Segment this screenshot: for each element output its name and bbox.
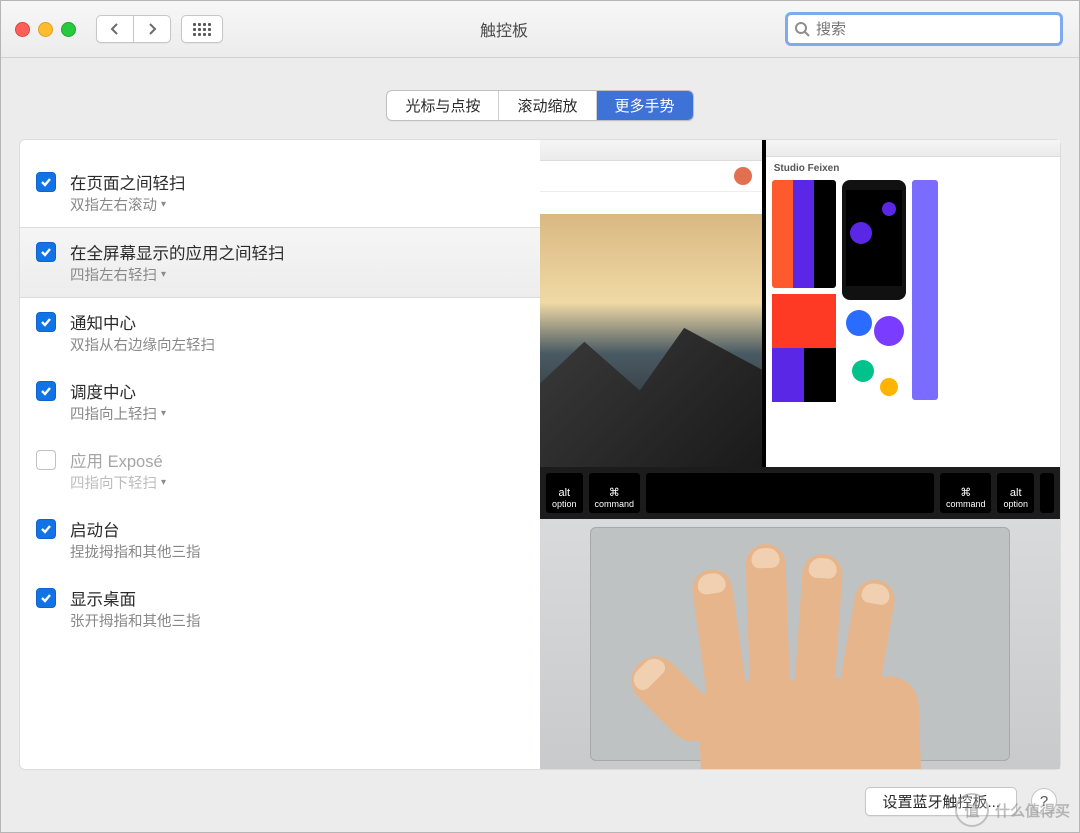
checkbox-app-expose[interactable] [36,450,56,470]
bluetooth-trackpad-button[interactable]: 设置蓝牙触控板... [865,787,1017,816]
help-button[interactable]: ? [1031,788,1057,814]
option-swipe-fullscreen[interactable]: 在全屏幕显示的应用之间轻扫 四指左右轻扫▾ [20,227,590,298]
preview-app-right: Studio Feixen [766,140,1060,467]
tab-scroll-zoom[interactable]: 滚动缩放 [499,91,596,120]
window-controls [15,22,76,37]
key-space [646,473,934,513]
footer: 设置蓝牙触控板... ? [1,770,1079,832]
checkbox-show-desktop[interactable] [36,588,56,608]
chevron-down-icon: ▾ [161,269,166,280]
option-sub-dropdown[interactable]: 四指向下轻扫▾ [70,472,166,493]
option-sub-dropdown[interactable]: 双指左右滚动▾ [70,194,186,215]
key-edge [1040,473,1054,513]
option-title: 调度中心 [70,379,166,403]
option-notification-center[interactable]: 通知中心 双指从右边缘向左轻扫 [20,298,540,367]
preview-keyboard: altoption ⌘command ⌘command altoption [540,467,1060,519]
window-title: 触控板 [233,17,775,41]
key-command-left: ⌘command [589,473,641,513]
hand-icon [600,559,940,769]
option-title: 应用 Exposé [70,448,166,472]
option-title: 显示桌面 [70,586,201,610]
option-show-desktop[interactable]: 显示桌面 张开拇指和其他三指 [20,574,540,643]
option-title: 通知中心 [70,310,215,334]
option-sub: 捏拢拇指和其他三指 [70,541,201,562]
search-field[interactable] [785,12,1063,46]
chevron-left-icon [110,22,120,36]
nav-group [96,15,171,43]
search-icon [794,21,810,37]
preview-app-left [540,140,766,467]
toolbar: 触控板 [1,1,1079,58]
gesture-options: 在页面之间轻扫 双指左右滚动▾ 在全屏幕显示的应用之间轻扫 四指左右轻扫▾ 通知… [20,140,540,769]
chevron-down-icon: ▾ [161,477,166,488]
option-app-expose[interactable]: 应用 Exposé 四指向下轻扫▾ [20,436,540,505]
option-title: 在全屏幕显示的应用之间轻扫 [70,240,285,264]
search-input[interactable] [814,20,1054,39]
close-button[interactable] [15,22,30,37]
grid-icon [193,23,211,36]
option-sub-dropdown[interactable]: 四指左右轻扫▾ [70,264,285,285]
tab-bar: 光标与点按 滚动缩放 更多手势 [386,90,693,121]
avatar-icon [734,167,752,185]
gesture-preview: Studio Feixen [540,140,1060,769]
tab-more-gestures[interactable]: 更多手势 [597,91,693,120]
forward-button[interactable] [134,15,171,43]
preview-screen: Studio Feixen [540,140,1060,467]
zoom-button[interactable] [61,22,76,37]
option-sub-dropdown[interactable]: 四指向上轻扫▾ [70,403,166,424]
minimize-button[interactable] [38,22,53,37]
key-option-right: altoption [997,473,1034,513]
option-title: 在页面之间轻扫 [70,170,186,194]
option-title: 启动台 [70,517,201,541]
show-all-button[interactable] [181,15,223,43]
chevron-right-icon [147,22,157,36]
key-command-right: ⌘command [940,473,992,513]
back-button[interactable] [96,15,134,43]
option-mission-control[interactable]: 调度中心 四指向上轻扫▾ [20,367,540,436]
checkbox-notification-center[interactable] [36,312,56,332]
checkbox-launchpad[interactable] [36,519,56,539]
tab-point-click[interactable]: 光标与点按 [387,91,499,120]
option-sub: 张开拇指和其他三指 [70,610,201,631]
preview-site-title: Studio Feixen [774,163,1054,174]
preview-trackpad [540,519,1060,769]
key-option-left: altoption [546,473,583,513]
content-pane: 在页面之间轻扫 双指左右滚动▾ 在全屏幕显示的应用之间轻扫 四指左右轻扫▾ 通知… [19,139,1061,770]
checkbox-swipe-pages[interactable] [36,172,56,192]
checkbox-mission-control[interactable] [36,381,56,401]
option-sub: 双指从右边缘向左轻扫 [70,334,215,355]
chevron-down-icon: ▾ [161,199,166,210]
chevron-down-icon: ▾ [161,408,166,419]
option-swipe-pages[interactable]: 在页面之间轻扫 双指左右滚动▾ [20,158,540,227]
option-launchpad[interactable]: 启动台 捏拢拇指和其他三指 [20,505,540,574]
preferences-window: 触控板 光标与点按 滚动缩放 更多手势 在页面之间轻扫 双指左右滚动▾ 在全屏幕… [0,0,1080,833]
checkbox-swipe-fullscreen[interactable] [36,242,56,262]
